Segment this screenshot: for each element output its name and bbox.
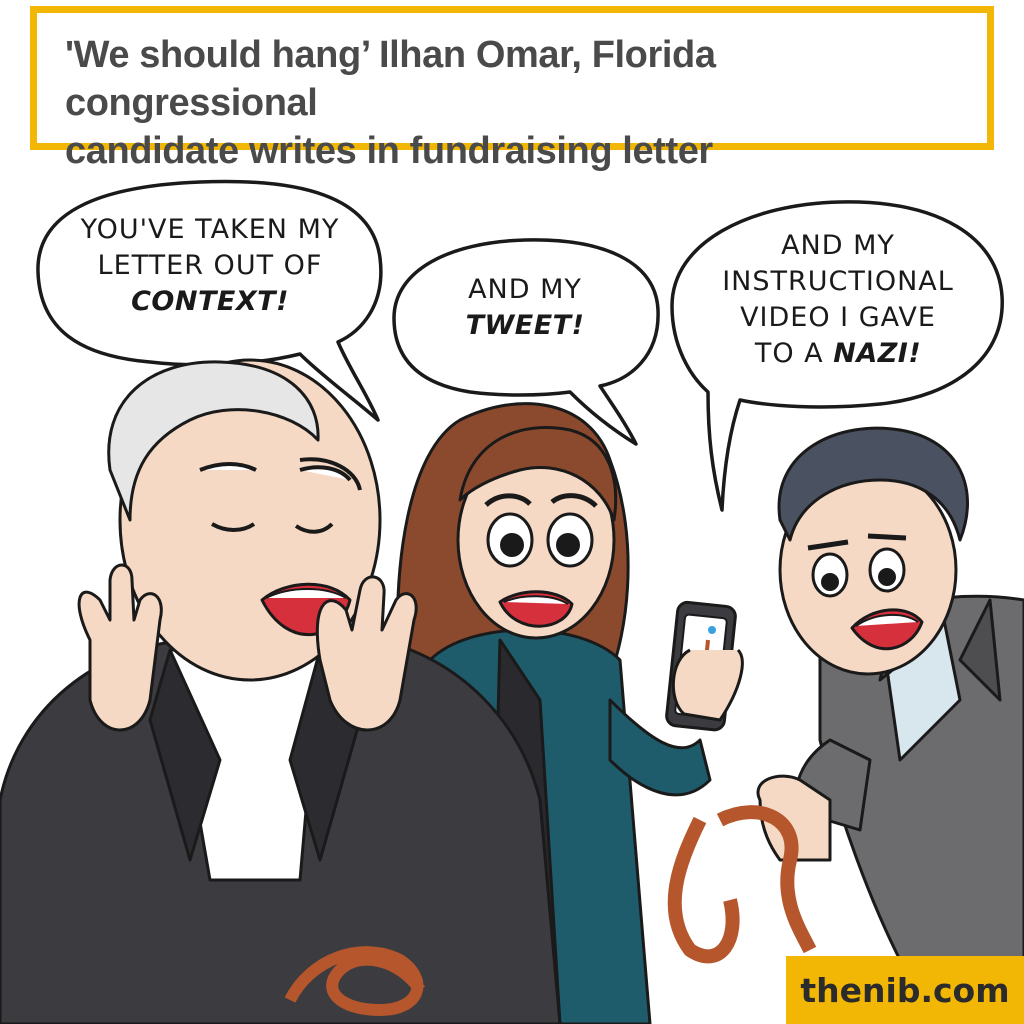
credit-badge: thenib.com <box>786 956 1024 1024</box>
speech-bubble-1-text: YOU'VE TAKEN MY LETTER OUT OF CONTEXT! <box>80 214 340 317</box>
credit-text: thenib.com <box>800 970 1010 1010</box>
speech-bubble-3-text: AND MY INSTRUCTIONAL VIDEO I GAVE TO A N… <box>722 230 954 369</box>
cartoon-illustration <box>0 179 1024 1024</box>
speech-bubble-2-text: AND MY TWEET! <box>465 274 585 341</box>
